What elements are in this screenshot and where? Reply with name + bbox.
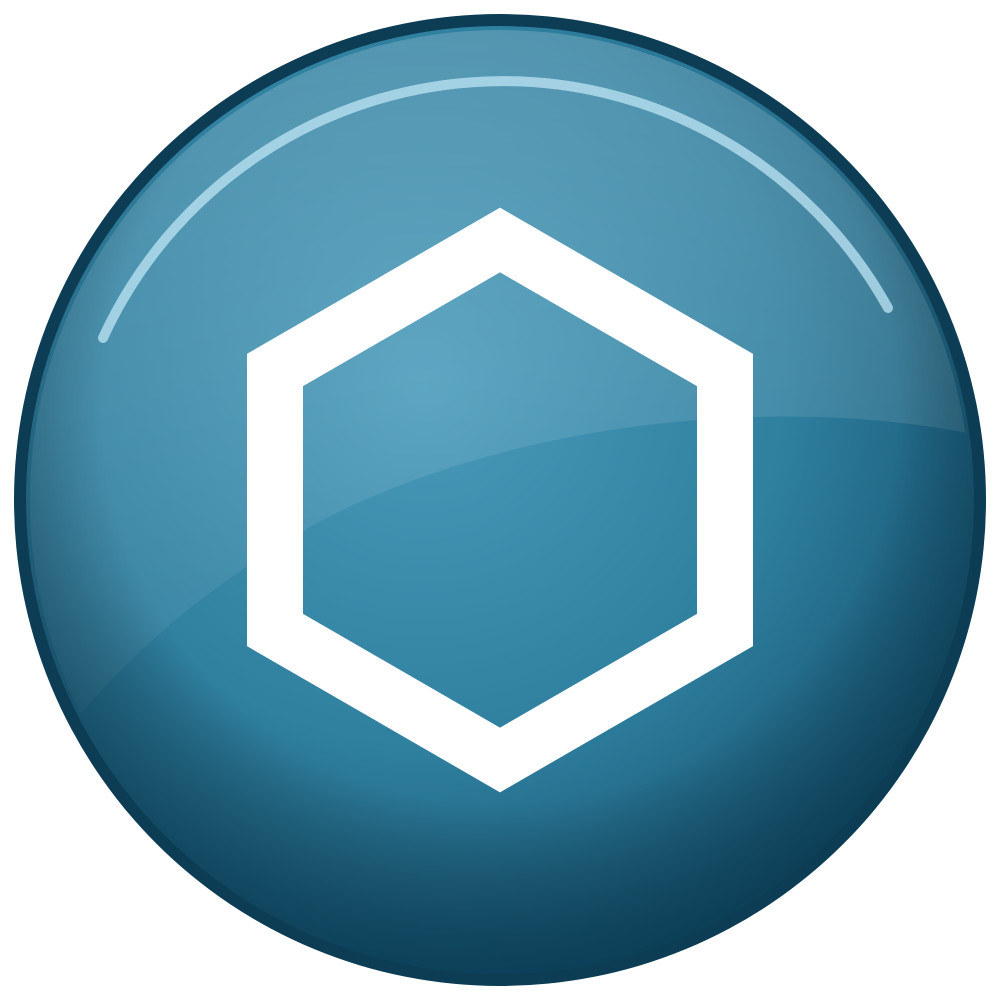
round-button-graphic [14,14,986,986]
edge-shade [26,26,974,974]
hexagon-button[interactable] [8,8,992,992]
icon-canvas [0,0,1000,1000]
